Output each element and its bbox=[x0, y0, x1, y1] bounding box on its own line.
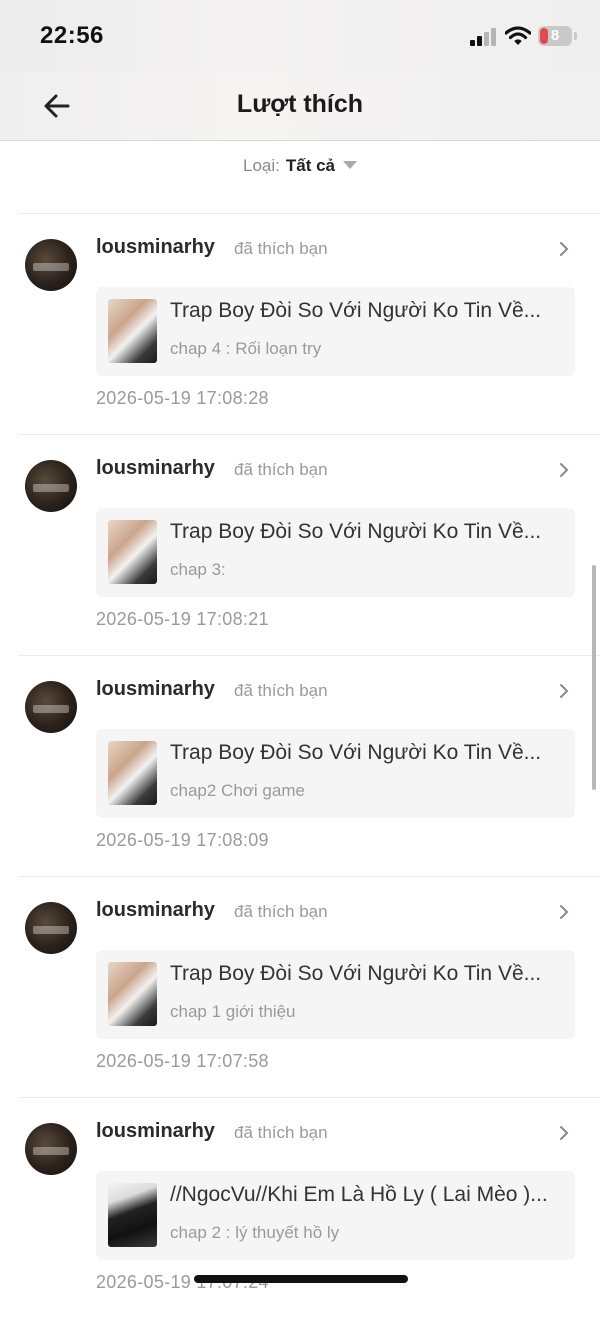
action-text: đã thích bạn bbox=[234, 239, 328, 258]
story-card[interactable]: Trap Boy Đòi So Với Người Ko Tin Về... c… bbox=[96, 508, 575, 597]
status-bar: 22:56 8 bbox=[0, 0, 600, 72]
action-text: đã thích bạn bbox=[234, 681, 328, 700]
username[interactable]: lousminarhy bbox=[96, 899, 215, 922]
story-title: Trap Boy Đòi So Với Người Ko Tin Về... bbox=[170, 741, 542, 764]
avatar[interactable] bbox=[25, 1123, 77, 1175]
story-title: Trap Boy Đòi So Với Người Ko Tin Về... bbox=[170, 962, 542, 985]
page-title: Lượt thích bbox=[236, 90, 364, 118]
home-indicator[interactable] bbox=[194, 1275, 408, 1283]
notification-item[interactable]: lousminarhy đã thích bạn Trap Boy Đòi So… bbox=[0, 877, 600, 1098]
avatar[interactable] bbox=[25, 681, 77, 733]
notification-item[interactable]: lousminarhy đã thích bạn Trap Boy Đòi So… bbox=[0, 214, 600, 435]
scrollbar[interactable] bbox=[592, 565, 596, 790]
story-card[interactable]: Trap Boy Đòi So Với Người Ko Tin Về... c… bbox=[96, 950, 575, 1039]
chevron-right-icon[interactable] bbox=[556, 241, 572, 257]
chevron-right-icon[interactable] bbox=[556, 904, 572, 920]
timestamp: 2026-05-19 17:08:09 bbox=[96, 830, 269, 850]
story-title: Trap Boy Đòi So Với Người Ko Tin Về... bbox=[170, 520, 542, 543]
story-cover-thumbnail bbox=[108, 962, 157, 1026]
avatar[interactable] bbox=[25, 902, 77, 954]
cellular-signal-icon bbox=[470, 28, 498, 46]
chapter-title: chap 4 : Rối loạn try bbox=[170, 339, 322, 358]
story-title: //NgocVu//Khi Em Là Hồ Ly ( Lai Mèo )... bbox=[170, 1183, 548, 1206]
avatar[interactable] bbox=[25, 460, 77, 512]
story-cover-thumbnail bbox=[108, 741, 157, 805]
chevron-right-icon[interactable] bbox=[556, 1125, 572, 1141]
notification-item[interactable]: lousminarhy đã thích bạn //NgocVu//Khi E… bbox=[0, 1098, 600, 1319]
timestamp: 2026-05-19 17:07:58 bbox=[96, 1051, 269, 1071]
timestamp: 2026-05-19 17:08:28 bbox=[96, 388, 269, 408]
username[interactable]: lousminarhy bbox=[96, 236, 215, 259]
story-card[interactable]: Trap Boy Đòi So Với Người Ko Tin Về... c… bbox=[96, 729, 575, 818]
username[interactable]: lousminarhy bbox=[96, 457, 215, 480]
chapter-title: chap 3: bbox=[170, 560, 226, 579]
notification-item[interactable]: lousminarhy đã thích bạn Trap Boy Đòi So… bbox=[0, 656, 600, 877]
notification-item[interactable]: lousminarhy đã thích bạn Trap Boy Đòi So… bbox=[0, 435, 600, 656]
header-bar: Lượt thích bbox=[0, 72, 600, 141]
action-text: đã thích bạn bbox=[234, 1123, 328, 1142]
username[interactable]: lousminarhy bbox=[96, 1120, 215, 1143]
chapter-title: chap 2 : lý thuyết hồ ly bbox=[170, 1223, 340, 1242]
filter-label: Loại: bbox=[242, 156, 280, 175]
chapter-title: chap2 Chơi game bbox=[170, 781, 305, 800]
action-text: đã thích bạn bbox=[234, 460, 328, 479]
chevron-right-icon[interactable] bbox=[556, 462, 572, 478]
filter-value: Tất cả bbox=[285, 156, 335, 175]
chevron-right-icon[interactable] bbox=[556, 683, 572, 699]
story-cover-thumbnail bbox=[108, 299, 157, 363]
story-title: Trap Boy Đòi So Với Người Ko Tin Về... bbox=[170, 299, 542, 322]
chapter-title: chap 1 giới thiệu bbox=[170, 1002, 296, 1021]
avatar[interactable] bbox=[25, 239, 77, 291]
wifi-icon bbox=[505, 26, 531, 45]
battery-level: 8 bbox=[550, 27, 560, 44]
username[interactable]: lousminarhy bbox=[96, 678, 215, 701]
story-cover-thumbnail bbox=[108, 1183, 157, 1247]
battery-icon: 8 bbox=[538, 26, 572, 46]
timestamp: 2026-05-19 17:08:21 bbox=[96, 609, 269, 629]
story-card[interactable]: Trap Boy Đòi So Với Người Ko Tin Về... c… bbox=[96, 287, 575, 376]
type-filter[interactable]: Loại: Tất cả bbox=[0, 156, 600, 186]
story-cover-thumbnail bbox=[108, 520, 157, 584]
action-text: đã thích bạn bbox=[234, 902, 328, 921]
story-card[interactable]: //NgocVu//Khi Em Là Hồ Ly ( Lai Mèo )...… bbox=[96, 1171, 575, 1260]
caret-down-icon bbox=[343, 161, 357, 169]
status-time: 22:56 bbox=[40, 22, 104, 49]
